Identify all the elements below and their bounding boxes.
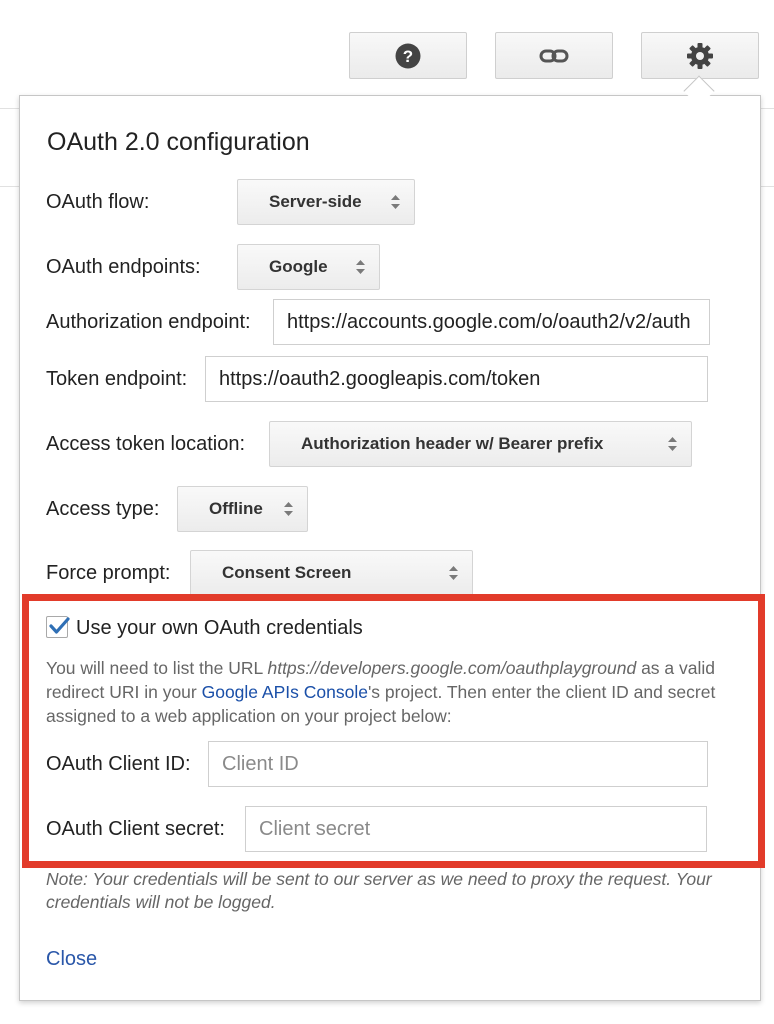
force-prompt-label: Force prompt: [46,562,171,584]
oauth-flow-label: OAuth flow: [46,191,150,213]
credentials-help-text: You will need to list the URL https://de… [46,656,751,728]
redirect-url: https://developers.google.com/oauthplayg… [267,658,637,678]
link-icon [539,49,569,62]
access-type-select[interactable]: Offline [177,486,308,532]
help-icon: ? [395,43,421,68]
help-prefix: You will need to list the URL [46,658,268,678]
access-type-label: Access type: [46,498,160,520]
own-credentials-label: Use your own OAuth credentials [76,617,363,639]
authorization-endpoint-label: Authorization endpoint: [46,311,251,333]
help-button[interactable]: ? [349,32,467,79]
oauth-endpoints-label: OAuth endpoints: [46,256,201,278]
google-apis-console-link[interactable]: Google APIs Console [202,682,368,702]
oauth-flow-value: Server-side [269,192,362,211]
client-id-input[interactable]: Client ID [208,741,708,787]
dialog-title: OAuth 2.0 configuration [47,128,310,156]
access-token-location-label: Access token location: [46,433,245,455]
client-secret-input[interactable]: Client secret [245,806,707,852]
gear-icon [687,42,713,69]
select-arrows-icon [391,195,400,209]
force-prompt-select[interactable]: Consent Screen [190,550,473,596]
checkmark-icon [49,617,70,634]
select-arrows-icon [449,566,458,580]
select-arrows-icon [356,260,365,274]
client-id-label: OAuth Client ID: [46,753,191,775]
force-prompt-value: Consent Screen [222,563,352,582]
token-endpoint-label: Token endpoint: [46,368,188,390]
client-secret-label: OAuth Client secret: [46,818,225,840]
link-button[interactable] [495,32,613,79]
settings-button[interactable] [641,32,759,79]
select-arrows-icon [284,502,293,516]
access-token-location-select[interactable]: Authorization header w/ Bearer prefix [269,421,692,467]
token-endpoint-input[interactable]: https://oauth2.googleapis.com/token [205,356,708,402]
oauth-endpoints-select[interactable]: Google [237,244,380,290]
oauth-flow-select[interactable]: Server-side [237,179,415,225]
close-link[interactable]: Close [46,948,97,971]
oauth-endpoints-value: Google [269,257,328,276]
select-arrows-icon [668,437,677,451]
access-token-location-value: Authorization header w/ Bearer prefix [301,434,604,453]
svg-text:?: ? [403,47,413,66]
own-credentials-checkbox[interactable] [46,616,70,638]
credentials-note: Note: Your credentials will be sent to o… [46,869,712,912]
access-type-value: Offline [209,499,263,518]
authorization-endpoint-input[interactable]: https://accounts.google.com/o/oauth2/v2/… [273,299,710,345]
